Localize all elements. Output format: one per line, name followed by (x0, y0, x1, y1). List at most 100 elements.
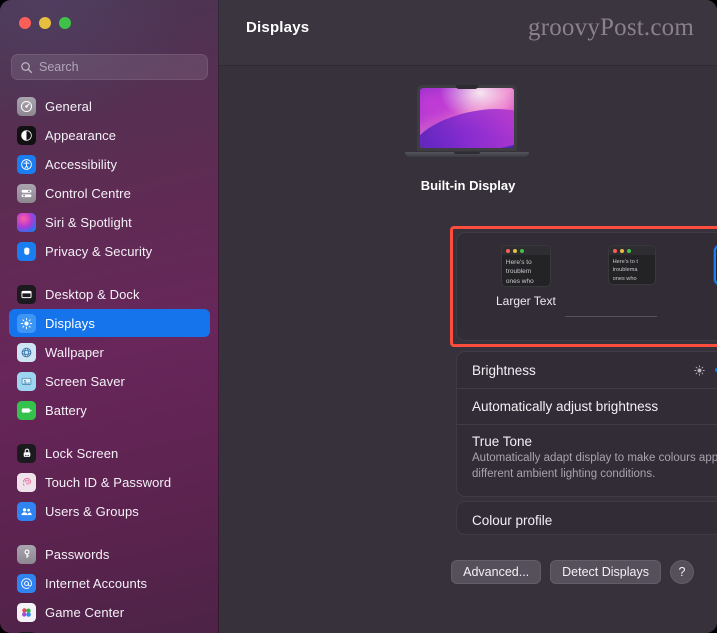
sidebar-item-displays[interactable]: Displays (9, 309, 210, 337)
sidebar-item-label: Lock Screen (45, 445, 119, 461)
close-button[interactable] (19, 17, 31, 29)
resolution-option-larger-text[interactable]: Here's to troublem ones who Larger Text (473, 245, 579, 308)
brightness-row: Brightness (457, 352, 717, 388)
search-icon (21, 61, 33, 73)
at-sign-icon (17, 573, 36, 593)
sidebar-item-label: Desktop & Dock (45, 286, 140, 302)
sidebar-item-label: General (45, 98, 92, 114)
sidebar-item-control-centre[interactable]: Control Centre (9, 179, 210, 207)
advanced-button[interactable]: Advanced... (451, 560, 542, 584)
sidebar-item-label: Accessibility (45, 156, 118, 172)
true-tone-description: Automatically adapt display to make colo… (472, 452, 717, 480)
action-buttons: Advanced... Detect Displays ? (451, 560, 694, 584)
desktop-dock-icon (17, 284, 36, 304)
sidebar-item-accessibility[interactable]: Accessibility (9, 150, 210, 178)
sidebar-item-users-groups[interactable]: Users & Groups (9, 497, 210, 525)
sidebar-item-appearance[interactable]: Appearance (9, 121, 210, 149)
true-tone-row: True Tone Automatically adapt display to… (457, 424, 717, 492)
displays-icon (17, 313, 36, 333)
appearance-icon (17, 125, 36, 145)
sidebar-item-lock-screen[interactable]: Lock Screen (9, 439, 210, 467)
thumbnail-text: Here's to t troublema ones who rules. An… (612, 259, 638, 282)
sidebar-item-internet-accounts[interactable]: Internet Accounts (9, 569, 210, 597)
page-title: Displays (246, 19, 310, 36)
sidebar-item-touch-id[interactable]: Touch ID & Password (9, 468, 210, 496)
lock-icon (17, 443, 36, 463)
sidebar-group-3: Lock Screen Touch ID & Password Users & … (9, 439, 210, 525)
thumb-zoom-dot (626, 248, 631, 253)
sidebar-item-battery[interactable]: Battery (9, 396, 210, 424)
wallpaper-icon (17, 342, 36, 362)
sidebar-item-label: Wallpaper (45, 344, 104, 360)
watermark: groovyPost.com (528, 14, 694, 41)
privacy-icon (17, 241, 36, 261)
colour-profile-card: Colour profile Colour LCD (456, 501, 717, 535)
laptop-graphic (405, 85, 529, 157)
resolution-thumbnail: Here's to t troublema ones who rules. An… (607, 245, 656, 285)
search-field[interactable] (11, 54, 208, 80)
sidebar-group-1: General Appearance Accessibility Control… (9, 92, 210, 265)
laptop-base (405, 152, 529, 157)
sidebar-nav: General Appearance Accessibility Control… (0, 92, 218, 633)
sidebar-item-label: Passwords (45, 546, 110, 562)
sidebar-item-label: Siri & Spotlight (45, 214, 132, 230)
sidebar-item-wallet-apple-pay[interactable]: Wallet & Apple Pay (9, 627, 210, 633)
sidebar-item-passwords[interactable]: Passwords (9, 540, 210, 568)
sidebar-item-screen-saver[interactable]: Screen Saver (9, 367, 210, 395)
sidebar-item-label: Appearance (45, 127, 117, 143)
sidebar-divider-1 (9, 266, 210, 280)
display-preview[interactable]: Built-in Display (219, 66, 717, 211)
sidebar-divider-2 (9, 425, 210, 439)
sidebar-item-label: Screen Saver (45, 373, 125, 389)
sidebar-divider-3 (9, 526, 210, 540)
sidebar-item-label: Internet Accounts (45, 575, 148, 591)
resolution-options: Here's to troublem ones who Larger Text (457, 233, 717, 340)
sidebar-item-desktop-dock[interactable]: Desktop & Dock (9, 280, 210, 308)
game-center-icon (17, 602, 36, 622)
gear-icon (17, 96, 36, 116)
brightness-control[interactable] (693, 363, 717, 378)
key-icon (17, 544, 36, 564)
thumb-zoom-dot (519, 248, 524, 253)
true-tone-label: True Tone (472, 434, 533, 449)
wallpaper-thumbnail (420, 88, 514, 148)
sidebar-item-general[interactable]: General (9, 92, 210, 120)
sidebar-item-label: Users & Groups (45, 503, 139, 519)
search-input[interactable] (39, 60, 199, 74)
sidebar-item-privacy-security[interactable]: Privacy & Security (9, 237, 210, 265)
thumb-minimize-dot (512, 248, 517, 253)
sun-small-icon (694, 364, 705, 376)
thumbnail-titlebar (608, 246, 655, 255)
battery-icon (17, 400, 36, 420)
system-settings-window: General Appearance Accessibility (0, 0, 717, 633)
resolution-slider-track[interactable] (565, 316, 657, 317)
sidebar-item-game-center[interactable]: Game Center (9, 598, 210, 626)
laptop-lid (417, 85, 517, 151)
brightness-label: Brightness (472, 362, 536, 378)
resolution-option-default[interactable]: Here's to the c troublemakers. ones who … (685, 245, 717, 306)
thumb-minimize-dot (619, 248, 624, 253)
sidebar-item-label: Privacy & Security (45, 243, 153, 259)
thumbnail-titlebar (501, 246, 550, 255)
sidebar-item-wallpaper[interactable]: Wallpaper (9, 338, 210, 366)
sidebar-group-4: Passwords Internet Accounts Game Center (9, 540, 210, 633)
main-content: Displays groovyPost.com Built-in Display (219, 0, 717, 633)
detect-displays-button[interactable]: Detect Displays (550, 560, 661, 584)
minimize-button[interactable] (39, 17, 51, 29)
resolution-label: Larger Text (495, 294, 556, 308)
control-centre-icon (17, 183, 36, 203)
resolution-option-2[interactable]: Here's to t troublema ones who rules. An… (579, 245, 685, 292)
thumb-close-dot (612, 248, 617, 253)
thumb-close-dot (505, 248, 510, 253)
colour-profile-row[interactable]: Colour profile Colour LCD (457, 502, 717, 538)
sidebar-item-siri-spotlight[interactable]: Siri & Spotlight (9, 208, 210, 236)
help-button[interactable]: ? (670, 560, 694, 584)
sidebar-item-label: Control Centre (45, 185, 131, 201)
sidebar-item-label: Touch ID & Password (45, 474, 172, 490)
thumbnail-text: Here's to troublem ones who (505, 259, 534, 285)
touch-id-icon (17, 472, 36, 492)
auto-brightness-row: Automatically adjust brightness (457, 388, 717, 424)
main-header: Displays groovyPost.com (219, 0, 717, 66)
sidebar-group-2: Desktop & Dock Displays Wallpaper Screen… (9, 280, 210, 424)
zoom-button[interactable] (59, 17, 71, 29)
